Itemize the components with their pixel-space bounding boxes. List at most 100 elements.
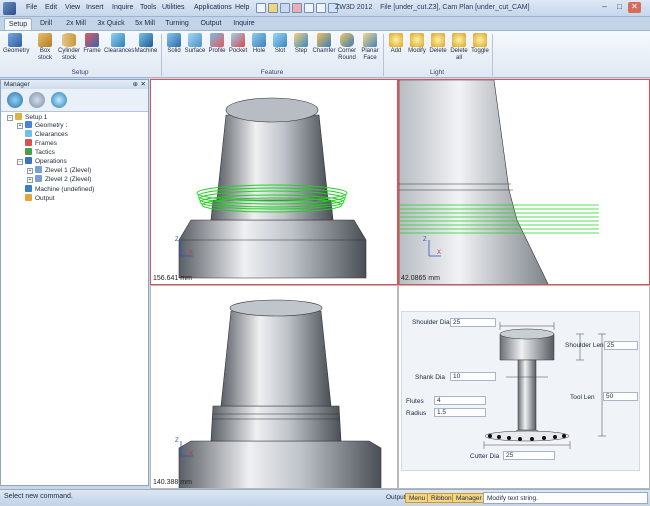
tree-setup-1[interactable]: Setup 1	[15, 113, 47, 121]
viewport-pane-bottom-left[interactable]: Z X 140.388 mm	[150, 285, 398, 489]
expand-toggle[interactable]: −	[7, 115, 13, 121]
planar-face-button[interactable]: Planar Face	[357, 33, 383, 62]
tab-menu-panel[interactable]: Menu	[405, 493, 430, 503]
manager-tab-view-icon[interactable]	[29, 92, 45, 108]
frame-button[interactable]: Frame	[80, 33, 104, 55]
app-logo-icon[interactable]	[3, 2, 16, 15]
manager-tab-history-icon[interactable]	[51, 92, 67, 108]
radius-field[interactable]: 1.5	[434, 408, 486, 417]
cylinder-stock-icon	[62, 33, 76, 47]
title-bar: File Edit View Insert Inquire Tools Util…	[0, 0, 650, 17]
cam-part-front	[178, 299, 382, 488]
tool-len-field[interactable]: 50	[603, 392, 638, 401]
shoulder-dia-label: Shoulder Dia	[412, 319, 450, 326]
menu-help[interactable]: Help	[235, 4, 249, 11]
pocket-icon	[231, 33, 245, 47]
step-icon	[294, 33, 308, 47]
status-bar: Select new command. Output Menu Ribbon M…	[0, 489, 650, 506]
clearances-button[interactable]: Clearances	[104, 33, 134, 55]
cutter-dia-field[interactable]: 25	[503, 451, 555, 460]
tree-zlevel-2[interactable]: Zlevel 2 (Zlevel)	[35, 175, 91, 183]
tab-turning[interactable]: Turning	[162, 18, 192, 30]
menu-applications[interactable]: Applications	[194, 4, 232, 11]
machine-tree-icon	[25, 185, 32, 192]
close-button[interactable]: ✕	[628, 2, 641, 13]
redo-icon[interactable]	[316, 3, 326, 13]
menu-tools[interactable]: Tools	[140, 4, 156, 11]
open-folder-icon[interactable]	[268, 3, 278, 13]
shoulder-dia-field[interactable]: 25	[450, 318, 496, 327]
axis-x-label: X	[437, 250, 442, 256]
tree-machine[interactable]: Machine (undefined)	[25, 185, 94, 193]
group-divider	[492, 34, 493, 76]
tab-manager-panel[interactable]: Manager	[452, 493, 486, 503]
expand-toggle[interactable]: +	[27, 168, 33, 174]
new-file-icon[interactable]	[256, 3, 266, 13]
flutes-field[interactable]: 4	[434, 396, 486, 405]
tab-5x-mill[interactable]: 5x Mill	[131, 18, 159, 30]
tree-tactics[interactable]: Tactics	[25, 148, 55, 156]
axis-z-label: Z	[423, 237, 427, 243]
manager-tab-cam-icon[interactable]	[7, 92, 23, 108]
tab-output[interactable]: Output	[197, 18, 225, 30]
tree-operations[interactable]: Operations	[25, 157, 67, 165]
tab-3x-quick[interactable]: 3x Quick	[94, 18, 128, 30]
tree-zlevel-1[interactable]: Zlevel 1 (Zlevel)	[35, 166, 91, 174]
menu-view[interactable]: View	[65, 4, 80, 11]
undo-icon[interactable]	[304, 3, 314, 13]
close-icon[interactable]: ✕	[141, 80, 146, 89]
pin-icon[interactable]: ⊕	[133, 80, 138, 89]
menu-file[interactable]: File	[26, 4, 37, 11]
bulb-modify-icon	[410, 33, 424, 47]
manager-panel: Manager ⊕ ✕ − Setup 1 + Geometry : Clearan…	[0, 79, 149, 486]
menu-insert[interactable]: Insert	[86, 4, 104, 11]
tab-2x-mill[interactable]: 2x Mill	[62, 18, 90, 30]
tool-parameters-panel: Shoulder Dia 25 Shoulder Len 25 Shank Di…	[401, 311, 640, 471]
group-label-feature: Feature	[260, 69, 284, 76]
solid-icon	[167, 33, 181, 47]
machine-button[interactable]: Machine	[133, 33, 159, 55]
menu-edit[interactable]: Edit	[45, 4, 57, 11]
profile-icon	[210, 33, 224, 47]
frame-icon	[85, 33, 99, 47]
tab-drill[interactable]: Drill	[34, 18, 58, 30]
step-button[interactable]: Step	[289, 33, 313, 55]
geometry-tree-icon	[25, 121, 32, 128]
menu-inquire[interactable]: Inquire	[112, 4, 133, 11]
tree-frames[interactable]: Frames	[25, 139, 57, 147]
expand-toggle[interactable]: −	[17, 159, 23, 165]
bulb-add-icon	[389, 33, 403, 47]
minimize-button[interactable]: –	[598, 2, 611, 13]
geometry-button[interactable]: Geometry	[3, 33, 29, 55]
dimension-readout: 140.388 mm	[153, 479, 192, 486]
viewport-pane-top-left[interactable]: Z X 156.641 mm	[150, 79, 398, 285]
ribbon-tabs: Setup Drill 2x Mill 3x Quick 5x Mill Tur…	[0, 17, 650, 30]
group-label-setup: Setup	[71, 69, 89, 76]
box-stock-button[interactable]: Box stock	[33, 33, 57, 62]
group-label-light: Light	[429, 69, 445, 76]
toggle-light-button[interactable]: Toggle	[468, 33, 492, 55]
maximize-button[interactable]: □	[613, 2, 626, 13]
bulb-delete-icon	[431, 33, 445, 47]
save-icon[interactable]	[280, 3, 290, 13]
print-icon[interactable]	[292, 3, 302, 13]
planar-face-icon	[363, 33, 377, 47]
clearances-tree-icon	[25, 130, 32, 137]
tab-setup[interactable]: Setup	[4, 18, 32, 30]
expand-toggle[interactable]: +	[27, 177, 33, 183]
shank-dia-field[interactable]: 10	[450, 372, 496, 381]
expand-toggle[interactable]: +	[17, 123, 23, 129]
viewport-pane-top-right[interactable]: Z X 42.0865 mm	[398, 79, 650, 285]
setup-icon	[15, 113, 22, 120]
tree-geometry[interactable]: Geometry :	[25, 121, 67, 129]
surface-button[interactable]: Surface	[183, 33, 207, 55]
surface-icon	[188, 33, 202, 47]
cylinder-stock-button[interactable]: Cylinder stock	[57, 33, 81, 62]
dimension-readout: 156.641 mm	[153, 275, 192, 282]
tree-output[interactable]: Output	[25, 194, 55, 202]
shoulder-len-field[interactable]: 25	[604, 341, 638, 350]
menu-utilities[interactable]: Utilities	[162, 4, 185, 11]
axis-z-label: Z	[175, 237, 179, 243]
tab-inquire[interactable]: Inquire	[229, 18, 259, 30]
tree-clearances[interactable]: Clearances	[25, 130, 68, 138]
